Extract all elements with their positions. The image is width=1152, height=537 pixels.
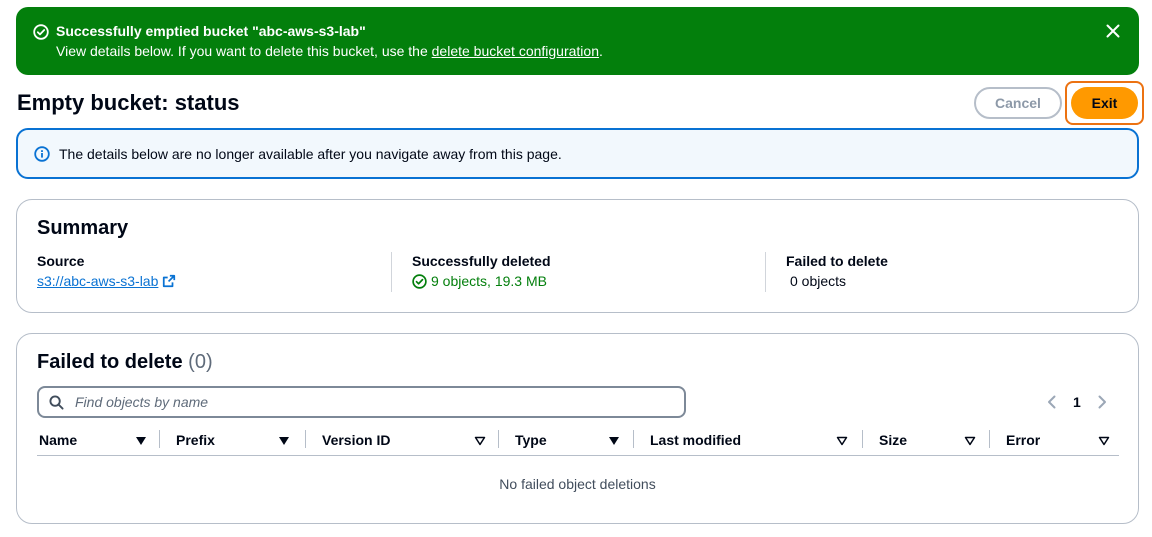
empty-table-message: No failed object deletions [499, 476, 656, 492]
search-icon [49, 395, 64, 410]
check-circle-icon [33, 24, 49, 40]
page-number[interactable]: 1 [1073, 394, 1081, 410]
success-flashbar: Successfully emptied bucket "abc-aws-s3-… [16, 7, 1139, 75]
sort-desc-icon[interactable] [135, 436, 147, 446]
exit-button-focus-ring: Exit [1065, 81, 1144, 125]
table-header: Name Prefix Version ID Type Last modifie… [37, 428, 1119, 456]
page-title: Empty bucket: status [17, 90, 240, 115]
sort-icon[interactable] [474, 436, 486, 446]
failed-table-count: (0) [188, 351, 213, 373]
search-input[interactable] [75, 392, 675, 412]
column-header-label: Last modified [650, 432, 742, 448]
column-separator [498, 430, 499, 448]
column-separator [305, 430, 306, 448]
success-check-icon [412, 273, 427, 289]
column-divider [765, 252, 766, 292]
column-header-label: Prefix [176, 432, 215, 448]
search-field[interactable] [37, 386, 686, 418]
close-icon[interactable] [1105, 23, 1121, 39]
failed-table-title: Failed to delete (0) [37, 351, 213, 374]
column-header-type[interactable]: Type [515, 432, 625, 452]
source-label: Source [37, 253, 85, 269]
cancel-button[interactable]: Cancel [974, 87, 1062, 119]
info-alert-text: The details below are no longer availabl… [59, 146, 562, 162]
flash-message: View details below. If you want to delet… [56, 43, 603, 59]
column-separator [159, 430, 160, 448]
failed-to-delete-label: Failed to delete [786, 253, 888, 269]
summary-title: Summary [37, 217, 129, 239]
sort-icon[interactable] [964, 436, 976, 446]
column-header-size[interactable]: Size [879, 432, 979, 452]
info-alert: The details below are no longer availabl… [16, 128, 1139, 179]
sort-icon[interactable] [1098, 436, 1110, 446]
sort-desc-icon[interactable] [608, 436, 620, 446]
successfully-deleted-value: 9 objects, 19.3 MB [431, 273, 547, 289]
exit-button[interactable]: Exit [1071, 87, 1138, 119]
column-header-version-id[interactable]: Version ID [322, 432, 487, 452]
failed-column: Failed to delete 0 objects [786, 253, 888, 289]
deleted-column: Successfully deleted 9 objects, 19.3 MB [412, 253, 551, 289]
column-header-prefix[interactable]: Prefix [176, 432, 296, 452]
column-header-label: Size [879, 432, 908, 448]
column-header-label: Type [515, 432, 547, 448]
failed-to-delete-value: 0 objects [790, 273, 847, 289]
external-link-icon[interactable] [162, 274, 176, 288]
source-link[interactable]: s3://abc-aws-s3-lab [37, 273, 158, 289]
info-icon [34, 146, 50, 162]
summary-container: Summary Source s3://abc-aws-s3-lab Succe… [16, 199, 1139, 313]
chevron-right-icon[interactable] [1095, 394, 1109, 410]
column-divider [391, 252, 392, 292]
flash-message-suffix: . [598, 43, 603, 59]
column-header-error[interactable]: Error [1006, 432, 1118, 452]
column-header-last-modified[interactable]: Last modified [650, 432, 850, 452]
delete-bucket-configuration-link[interactable]: delete bucket configuration [432, 43, 599, 59]
source-column: Source s3://abc-aws-s3-lab [37, 253, 176, 289]
column-separator [633, 430, 634, 448]
failed-table-title-text: Failed to delete [37, 351, 183, 373]
column-header-label: Name [39, 432, 78, 448]
flash-title: Successfully emptied bucket "abc-aws-s3-… [56, 23, 366, 39]
successfully-deleted-label: Successfully deleted [412, 253, 551, 269]
chevron-left-icon[interactable] [1045, 394, 1059, 410]
column-separator [862, 430, 863, 448]
flash-message-prefix: View details below. If you want to delet… [56, 43, 432, 59]
column-header-label: Version ID [322, 432, 391, 448]
sort-desc-icon[interactable] [278, 436, 290, 446]
pagination: 1 [1045, 394, 1109, 410]
sort-icon[interactable] [836, 436, 848, 446]
column-header-name[interactable]: Name [39, 432, 149, 452]
column-separator [989, 430, 990, 448]
failed-to-delete-container: Failed to delete (0) 1 Name Prefix Versi… [16, 333, 1139, 524]
column-header-label: Error [1006, 432, 1041, 448]
